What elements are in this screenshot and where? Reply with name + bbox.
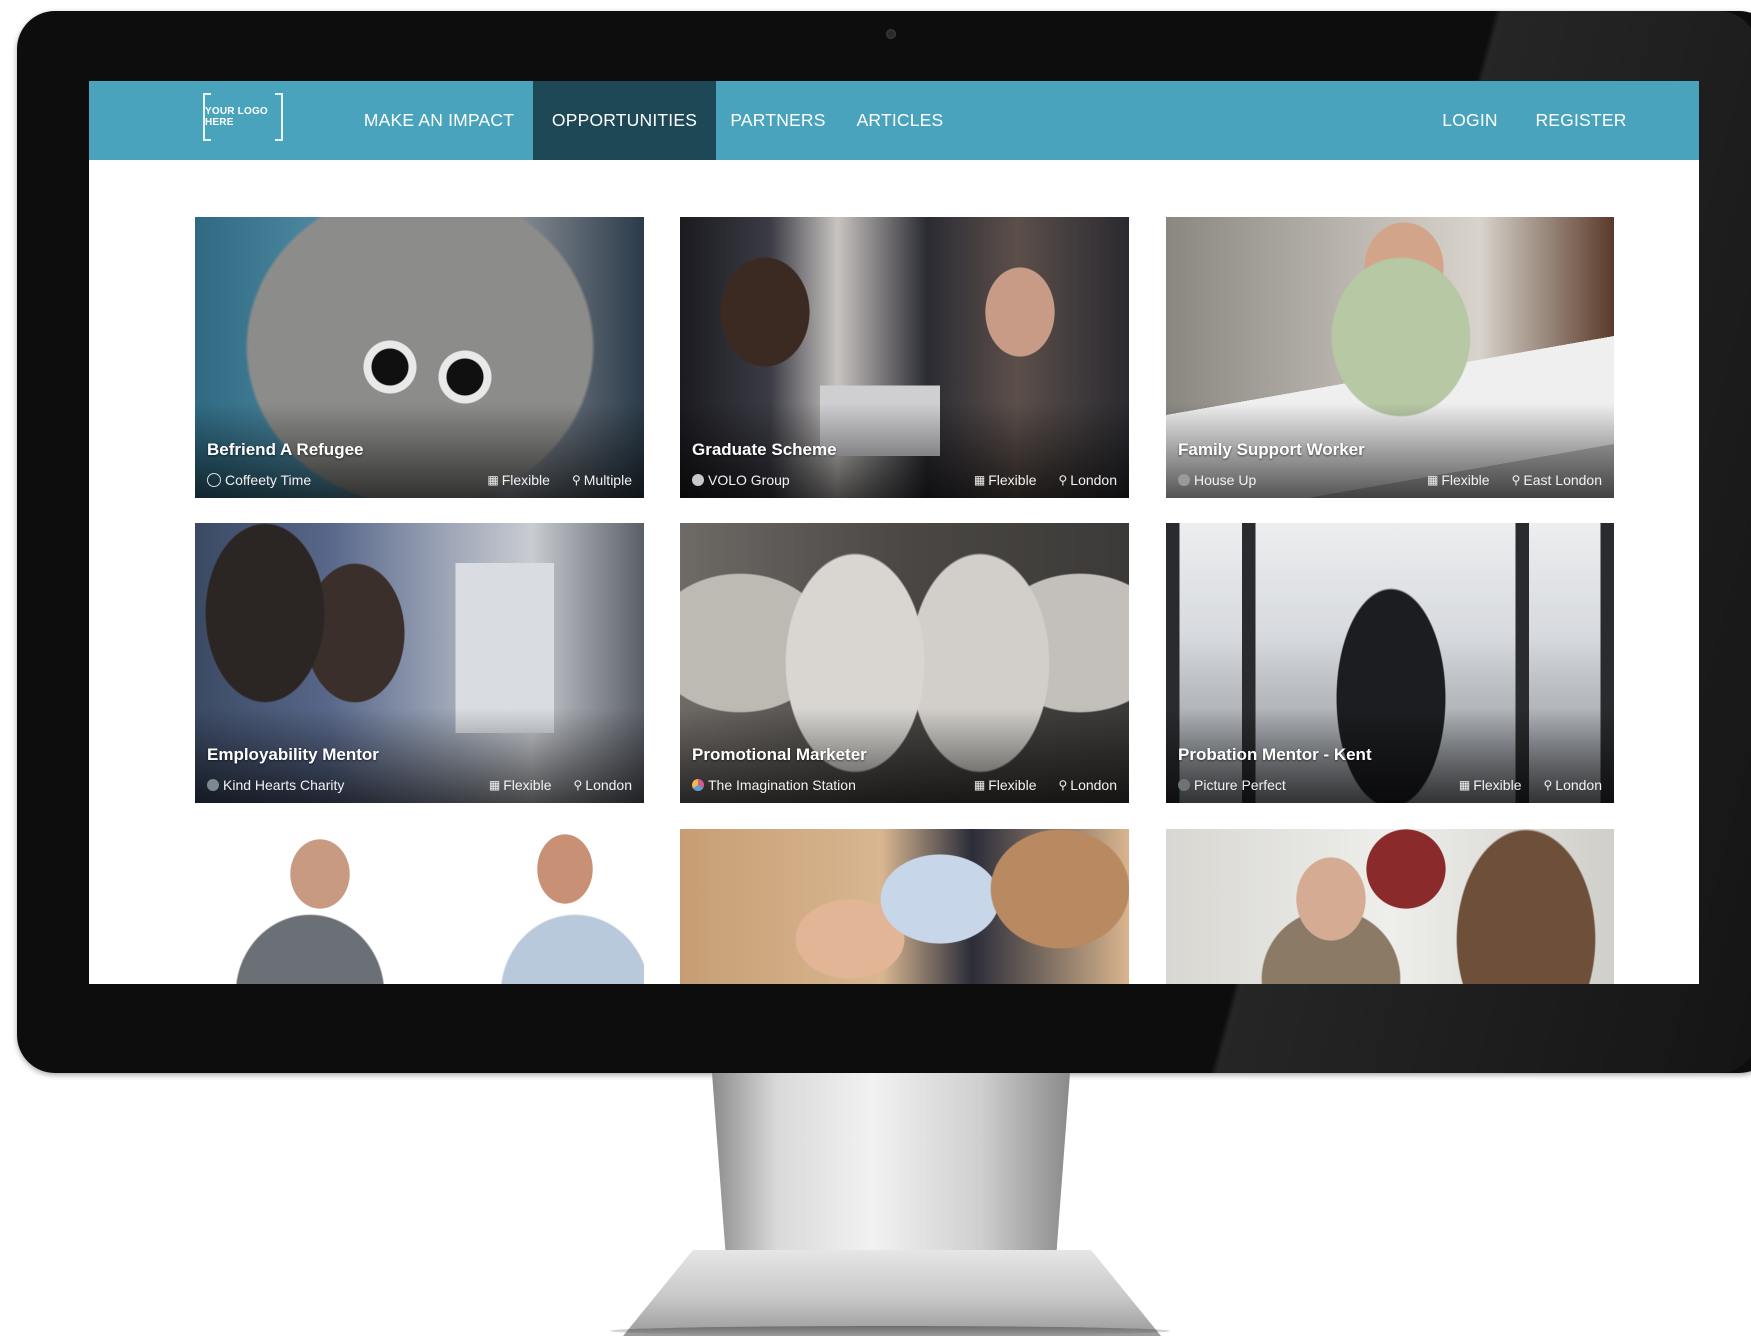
card-title: Graduate Scheme (692, 440, 837, 459)
register-link[interactable]: REGISTER (1521, 81, 1641, 160)
org-name: House Up (1194, 472, 1257, 488)
card-org: VOLO Group (692, 472, 952, 488)
calendar-icon: ▦ (1426, 473, 1439, 487)
card-location: ⚲ East London (1512, 472, 1602, 488)
availability-text: Flexible (988, 472, 1037, 488)
location-text: Multiple (583, 472, 632, 488)
location-text: East London (1523, 472, 1602, 488)
org-name: Kind Hearts Charity (223, 777, 345, 793)
org-logo-icon (207, 473, 221, 487)
card-location: ⚲ Multiple (572, 472, 632, 488)
nav-partners[interactable]: PARTNERS (717, 81, 839, 160)
calendar-icon: ▦ (973, 778, 986, 792)
org-name: Picture Perfect (1194, 777, 1286, 793)
monitor-stand-neck (712, 1073, 1070, 1263)
card-title: Promotional Marketer (692, 745, 867, 764)
opportunity-card[interactable]: Family Support Worker House Up ▦ Flexible… (1166, 217, 1614, 498)
opportunity-card[interactable] (1166, 829, 1614, 984)
card-availability: ▦ Flexible (487, 472, 550, 488)
card-title: Probation Mentor - Kent (1178, 745, 1372, 764)
availability-text: Flexible (501, 472, 550, 488)
login-link[interactable]: LOGIN (1425, 81, 1515, 160)
logo-bracket (275, 93, 283, 95)
card-meta: House Up ▦ Flexible ⚲ East London (1178, 471, 1602, 489)
card-availability: ▦ Flexible (489, 777, 552, 793)
availability-text: Flexible (1473, 777, 1522, 793)
calendar-icon: ▦ (488, 778, 501, 792)
card-photo (680, 829, 1129, 984)
card-title: Employability Mentor (207, 745, 379, 764)
opportunity-card[interactable]: Employability Mentor Kind Hearts Charity… (195, 523, 644, 803)
location-text: London (1555, 777, 1602, 793)
availability-text: Flexible (503, 777, 552, 793)
card-availability: ▦ Flexible (1459, 777, 1522, 793)
monitor-stand-base (623, 1250, 1161, 1336)
opportunity-card[interactable]: Graduate Scheme VOLO Group ▦ Flexible ⚲ Lo… (680, 217, 1129, 498)
nav-opportunities[interactable]: OPPORTUNITIES (533, 81, 716, 160)
top-navbar: YOUR LOGO HERE MAKE AN IMPACT OPPORTUNIT… (89, 81, 1699, 160)
opportunity-card[interactable] (195, 829, 644, 984)
location-text: London (1070, 472, 1117, 488)
logo[interactable]: YOUR LOGO HERE (203, 93, 283, 141)
org-logo-icon (1178, 779, 1190, 791)
availability-text: Flexible (1441, 472, 1490, 488)
org-name: Coffeety Time (225, 472, 312, 488)
location-pin-icon: ⚲ (1058, 778, 1068, 792)
calendar-icon: ▦ (487, 473, 499, 487)
opportunity-card[interactable] (680, 829, 1129, 984)
card-org: Kind Hearts Charity (207, 777, 467, 793)
webcam (886, 29, 896, 39)
opportunity-card[interactable]: Befriend A Refugee Coffeety Time ▦ Flexib… (195, 217, 644, 498)
card-meta: Picture Perfect ▦ Flexible ⚲ London (1178, 776, 1602, 794)
card-org: Picture Perfect (1178, 777, 1437, 793)
card-org: House Up (1178, 472, 1405, 488)
monitor-stand-shadow (610, 1326, 1170, 1336)
location-pin-icon: ⚲ (1543, 778, 1553, 792)
location-pin-icon: ⚲ (573, 778, 583, 792)
card-meta: The Imagination Station ▦ Flexible ⚲ Londo… (692, 776, 1117, 794)
org-logo-icon (692, 474, 704, 486)
location-text: London (585, 777, 632, 793)
card-org: The Imagination Station (692, 777, 952, 793)
org-name: VOLO Group (708, 472, 790, 488)
card-photo (1166, 829, 1614, 984)
card-availability: ▦ Flexible (974, 472, 1037, 488)
location-pin-icon: ⚲ (571, 473, 581, 487)
calendar-icon: ▦ (1458, 778, 1471, 792)
card-title: Befriend A Refugee (207, 440, 364, 459)
card-location: ⚲ London (1058, 777, 1117, 793)
card-location: ⚲ London (1543, 777, 1602, 793)
card-org: Coffeety Time (207, 472, 465, 488)
card-meta: Coffeety Time ▦ Flexible ⚲ Multiple (207, 471, 632, 489)
card-location: ⚲ London (1058, 472, 1117, 488)
card-availability: ▦ Flexible (1427, 472, 1490, 488)
nav-articles[interactable]: ARTICLES (847, 81, 953, 160)
org-name: The Imagination Station (708, 777, 856, 793)
location-pin-icon: ⚲ (1058, 473, 1068, 487)
location-text: London (1070, 777, 1117, 793)
org-logo-icon (207, 779, 219, 791)
card-photo (195, 829, 644, 984)
calendar-icon: ▦ (973, 473, 986, 487)
card-title: Family Support Worker (1178, 440, 1365, 459)
availability-text: Flexible (988, 777, 1037, 793)
card-availability: ▦ Flexible (974, 777, 1037, 793)
org-logo-icon (1178, 474, 1190, 486)
logo-text: YOUR LOGO HERE (205, 106, 268, 128)
screen: YOUR LOGO HERE MAKE AN IMPACT OPPORTUNIT… (89, 81, 1699, 984)
location-pin-icon: ⚲ (1511, 473, 1521, 487)
card-meta: Kind Hearts Charity ▦ Flexible ⚲ London (207, 776, 632, 794)
nav-make-an-impact[interactable]: MAKE AN IMPACT (339, 81, 539, 160)
card-location: ⚲ London (573, 777, 632, 793)
opportunity-card[interactable]: Promotional Marketer The Imagination Sta… (680, 523, 1129, 803)
card-meta: VOLO Group ▦ Flexible ⚲ London (692, 471, 1117, 489)
opportunity-card[interactable]: Probation Mentor - Kent Picture Perfect … (1166, 523, 1614, 803)
org-logo-icon (692, 779, 704, 791)
logo-bracket (275, 139, 283, 141)
